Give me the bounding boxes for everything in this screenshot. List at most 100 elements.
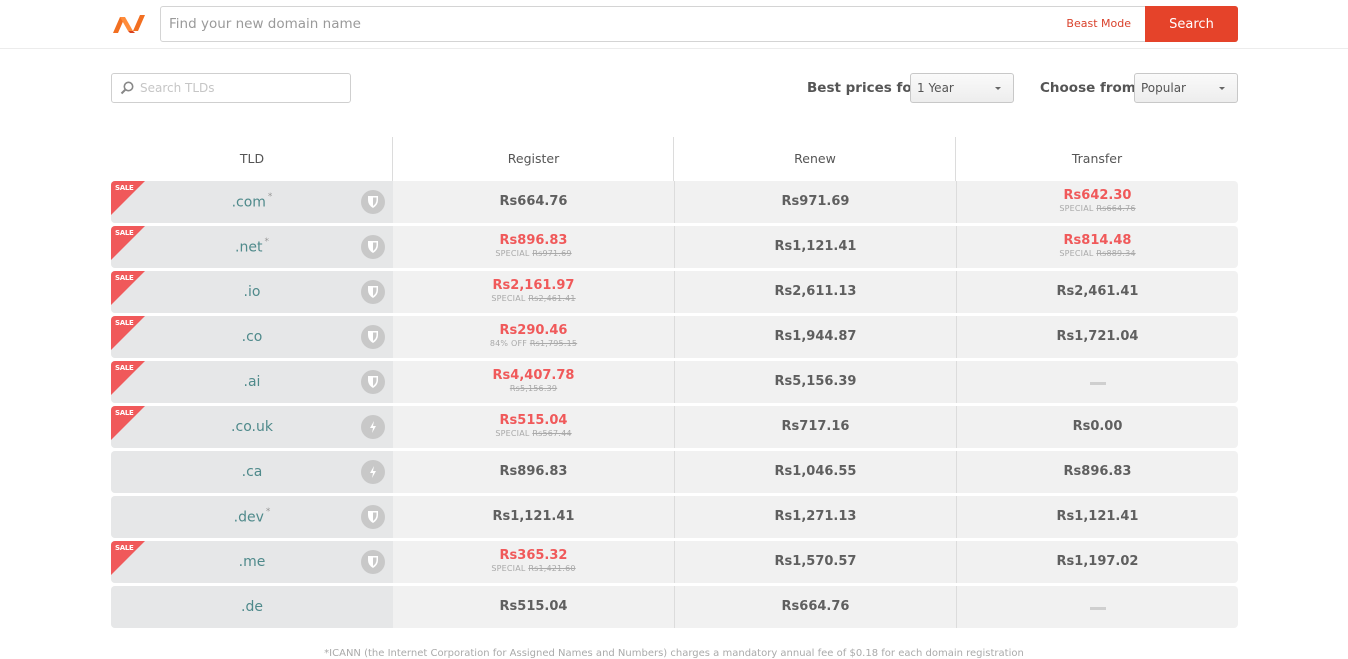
tld-name[interactable]: .ai	[111, 374, 393, 390]
transfer-price-cell[interactable]: Rs642.30 SPECIAL Rs664.76	[956, 181, 1238, 223]
tld-cell[interactable]: SALE .co	[111, 316, 393, 358]
column-header-tld[interactable]: TLD	[111, 137, 393, 181]
register-price-cell[interactable]: Rs365.32 SPECIAL Rs1,421.60	[393, 541, 674, 583]
shield-icon[interactable]	[361, 190, 385, 214]
register-sale-price: Rs2,161.97	[492, 278, 575, 293]
tld-label: .com	[231, 194, 266, 211]
tld-cell[interactable]: .de	[111, 586, 393, 628]
original-price: Rs971.69	[532, 249, 572, 258]
table-row[interactable]: SALE .io Rs2,161.97 SPECIAL Rs2,461.41 Rs2,6…	[111, 271, 1238, 313]
renew-price-cell[interactable]: Rs5,156.39	[674, 361, 956, 403]
chevron-down-icon	[995, 87, 1001, 90]
register-price-cell[interactable]: Rs664.76	[393, 181, 674, 223]
tld-name[interactable]: .io	[111, 284, 393, 300]
table-row[interactable]: .de Rs515.04 Rs664.76	[111, 586, 1238, 628]
renew-price-cell[interactable]: Rs1,944.87	[674, 316, 956, 358]
tld-name[interactable]: .de	[111, 599, 393, 615]
column-header-transfer[interactable]: Transfer	[955, 137, 1238, 181]
register-price-cell[interactable]: Rs1,121.41	[393, 496, 674, 538]
column-header-register[interactable]: Register	[392, 137, 674, 181]
tld-cell[interactable]: .dev *	[111, 496, 393, 538]
tld-cell[interactable]: SALE .com *	[111, 181, 393, 223]
shield-icon[interactable]	[361, 280, 385, 304]
register-price-cell[interactable]: Rs4,407.78 Rs5,156.39	[393, 361, 674, 403]
renew-price-cell[interactable]: Rs664.76	[674, 586, 956, 628]
renew-price-cell[interactable]: Rs971.69	[674, 181, 956, 223]
table-row[interactable]: SALE .co Rs290.46 84% OFF Rs1,795.15 Rs1,944…	[111, 316, 1238, 358]
search-icon	[120, 81, 134, 95]
table-row[interactable]: SALE .ai Rs4,407.78 Rs5,156.39 Rs5,156.39	[111, 361, 1238, 403]
discount-label: SPECIAL	[1059, 249, 1094, 258]
tld-name[interactable]: .dev *	[111, 507, 393, 526]
register-price-cell[interactable]: Rs896.83	[393, 451, 674, 493]
transfer-price-cell[interactable]: Rs1,721.04	[956, 316, 1238, 358]
tld-name[interactable]: .com *	[111, 192, 393, 211]
tld-name[interactable]: .net *	[111, 237, 393, 256]
shield-icon[interactable]	[361, 325, 385, 349]
transfer-price-cell[interactable]: Rs1,121.41	[956, 496, 1238, 538]
transfer-price-cell[interactable]: Rs0.00	[956, 406, 1238, 448]
shield-icon[interactable]	[361, 370, 385, 394]
renew-price-cell[interactable]: Rs2,611.13	[674, 271, 956, 313]
transfer-price-cell[interactable]: Rs814.48 SPECIAL Rs889.34	[956, 226, 1238, 268]
tld-name[interactable]: .ca	[111, 464, 393, 480]
shield-icon[interactable]	[361, 550, 385, 574]
discount-label: SPECIAL	[1059, 204, 1094, 213]
table-header: TLD Register Renew Transfer	[111, 137, 1238, 181]
period-select[interactable]: 1 Year	[910, 73, 1014, 103]
transfer-price-cell[interactable]	[956, 586, 1238, 628]
table-row[interactable]: SALE .me Rs365.32 SPECIAL Rs1,421.60 Rs1,570…	[111, 541, 1238, 583]
tld-cell[interactable]: .ca	[111, 451, 393, 493]
tld-cell[interactable]: SALE .net *	[111, 226, 393, 268]
category-select[interactable]: Popular	[1134, 73, 1238, 103]
renew-price-cell[interactable]: Rs1,046.55	[674, 451, 956, 493]
transfer-price: Rs0.00	[1072, 419, 1123, 434]
shield-icon[interactable]	[361, 505, 385, 529]
shield-icon[interactable]	[361, 235, 385, 259]
transfer-price-cell[interactable]: Rs2,461.41	[956, 271, 1238, 313]
renew-price-cell[interactable]: Rs1,121.41	[674, 226, 956, 268]
register-price-cell[interactable]: Rs2,161.97 SPECIAL Rs2,461.41	[393, 271, 674, 313]
table-row[interactable]: SALE .net * Rs896.83 SPECIAL Rs971.69 Rs1,121…	[111, 226, 1238, 268]
transfer-price-cell[interactable]	[956, 361, 1238, 403]
top-bar: Beast Mode Search	[0, 0, 1348, 49]
sale-badge-label: SALE	[115, 229, 134, 237]
tld-search-input[interactable]	[140, 74, 345, 102]
table-row[interactable]: .dev * Rs1,121.41 Rs1,271.13 Rs1,121.41	[111, 496, 1238, 538]
transfer-price-cell[interactable]: Rs896.83	[956, 451, 1238, 493]
renew-price-cell[interactable]: Rs717.16	[674, 406, 956, 448]
register-price-cell[interactable]: Rs515.04	[393, 586, 674, 628]
tld-name[interactable]: .co	[111, 329, 393, 345]
beast-mode-link[interactable]: Beast Mode	[1066, 17, 1131, 30]
transfer-price-cell[interactable]: Rs1,197.02	[956, 541, 1238, 583]
original-price: Rs664.76	[1096, 204, 1136, 213]
register-price-cell[interactable]: Rs290.46 84% OFF Rs1,795.15	[393, 316, 674, 358]
tld-label: .de	[241, 599, 263, 615]
register-sale-price: Rs290.46	[499, 323, 568, 338]
tld-cell[interactable]: SALE .io	[111, 271, 393, 313]
column-header-renew[interactable]: Renew	[673, 137, 956, 181]
domain-search-input[interactable]	[161, 7, 1041, 41]
register-price-note: SPECIAL Rs971.69	[393, 249, 674, 258]
lightning-icon[interactable]	[361, 415, 385, 439]
namecheap-logo[interactable]	[111, 13, 147, 35]
search-button[interactable]: Search	[1145, 6, 1238, 42]
renew-price-cell[interactable]: Rs1,271.13	[674, 496, 956, 538]
register-price-cell[interactable]: Rs515.04 SPECIAL Rs567.44	[393, 406, 674, 448]
table-row[interactable]: SALE .co.uk Rs515.04 SPECIAL Rs567.44 Rs717.…	[111, 406, 1238, 448]
renew-price-cell[interactable]: Rs1,570.57	[674, 541, 956, 583]
unavailable-dash	[1089, 607, 1106, 610]
tld-cell[interactable]: SALE .co.uk	[111, 406, 393, 448]
tld-name[interactable]: .co.uk	[111, 419, 393, 435]
tld-name[interactable]: .me	[111, 554, 393, 570]
renew-price: Rs1,944.87	[774, 329, 857, 344]
lightning-icon[interactable]	[361, 460, 385, 484]
tld-cell[interactable]: SALE .ai	[111, 361, 393, 403]
table-row[interactable]: .ca Rs896.83 Rs1,046.55 Rs896.83	[111, 451, 1238, 493]
table-row[interactable]: SALE .com * Rs664.76 Rs971.69 Rs642.30 SPECIAL…	[111, 181, 1238, 223]
transfer-price: Rs1,197.02	[1056, 554, 1139, 569]
tld-cell[interactable]: SALE .me	[111, 541, 393, 583]
register-sale-price: Rs515.04	[499, 413, 568, 428]
register-price-cell[interactable]: Rs896.83 SPECIAL Rs971.69	[393, 226, 674, 268]
discount-label: SPECIAL	[495, 249, 530, 258]
